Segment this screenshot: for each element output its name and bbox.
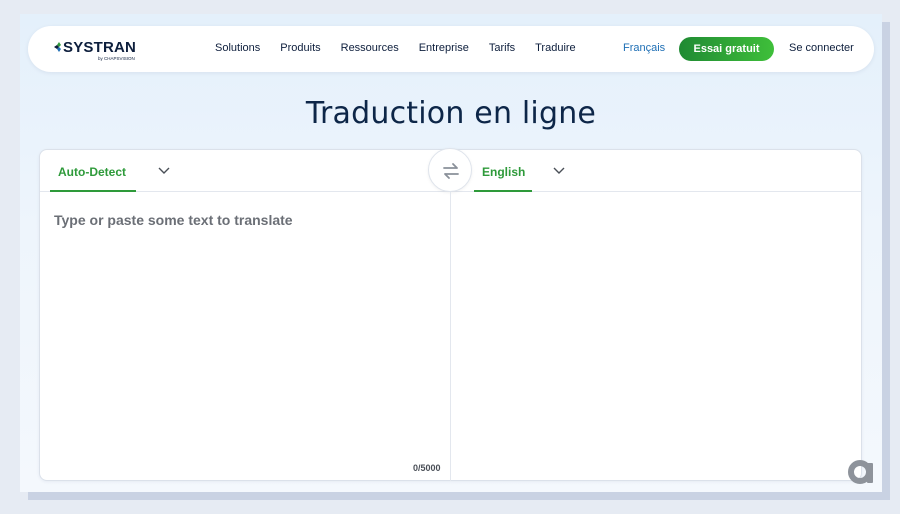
nav-link-tarifs[interactable]: Tarifs — [489, 42, 515, 54]
nav-link-traduire[interactable]: Traduire — [535, 42, 576, 54]
browser-viewport: SYSTRAN by CHAPSVISION Solutions Produit… — [20, 14, 882, 492]
chevron-down-icon[interactable] — [553, 167, 565, 175]
logo-wordmark: SYSTRAN — [63, 39, 137, 56]
source-language-tab[interactable]: Auto-Detect — [50, 150, 136, 192]
chevron-down-icon[interactable] — [158, 167, 170, 175]
nav-link-solutions[interactable]: Solutions — [215, 42, 260, 54]
language-switcher[interactable]: Français — [623, 42, 665, 54]
source-language-label: Auto-Detect — [58, 165, 126, 179]
character-counter: 0/5000 — [413, 463, 441, 473]
target-language-tab[interactable]: English — [474, 150, 532, 192]
systran-logo[interactable]: SYSTRAN by CHAPSVISION — [54, 38, 144, 62]
logo-subtitle: by CHAPSVISION — [98, 56, 135, 61]
target-language-label: English — [482, 165, 526, 179]
page-title: Traduction en ligne — [305, 96, 597, 131]
translator-panel: Auto-Detect English 0/5000 — [39, 148, 862, 481]
top-navigation-bar: SYSTRAN by CHAPSVISION Solutions Produit… — [28, 26, 874, 72]
nav-link-ressources[interactable]: Ressources — [341, 42, 399, 54]
translation-output[interactable] — [451, 193, 861, 480]
swap-languages-button[interactable] — [428, 148, 472, 192]
nav-link-produits[interactable]: Produits — [280, 42, 320, 54]
login-link[interactable]: Se connecter — [789, 42, 854, 54]
language-bar: Auto-Detect English — [40, 148, 861, 192]
watermark-a-icon — [848, 460, 873, 484]
free-trial-button[interactable]: Essai gratuit — [679, 37, 774, 61]
source-text-input[interactable] — [54, 212, 439, 462]
nav-link-entreprise[interactable]: Entreprise — [419, 42, 469, 54]
main-menu: Solutions Produits Ressources Entreprise… — [215, 42, 576, 54]
swap-arrows-icon — [443, 163, 459, 179]
